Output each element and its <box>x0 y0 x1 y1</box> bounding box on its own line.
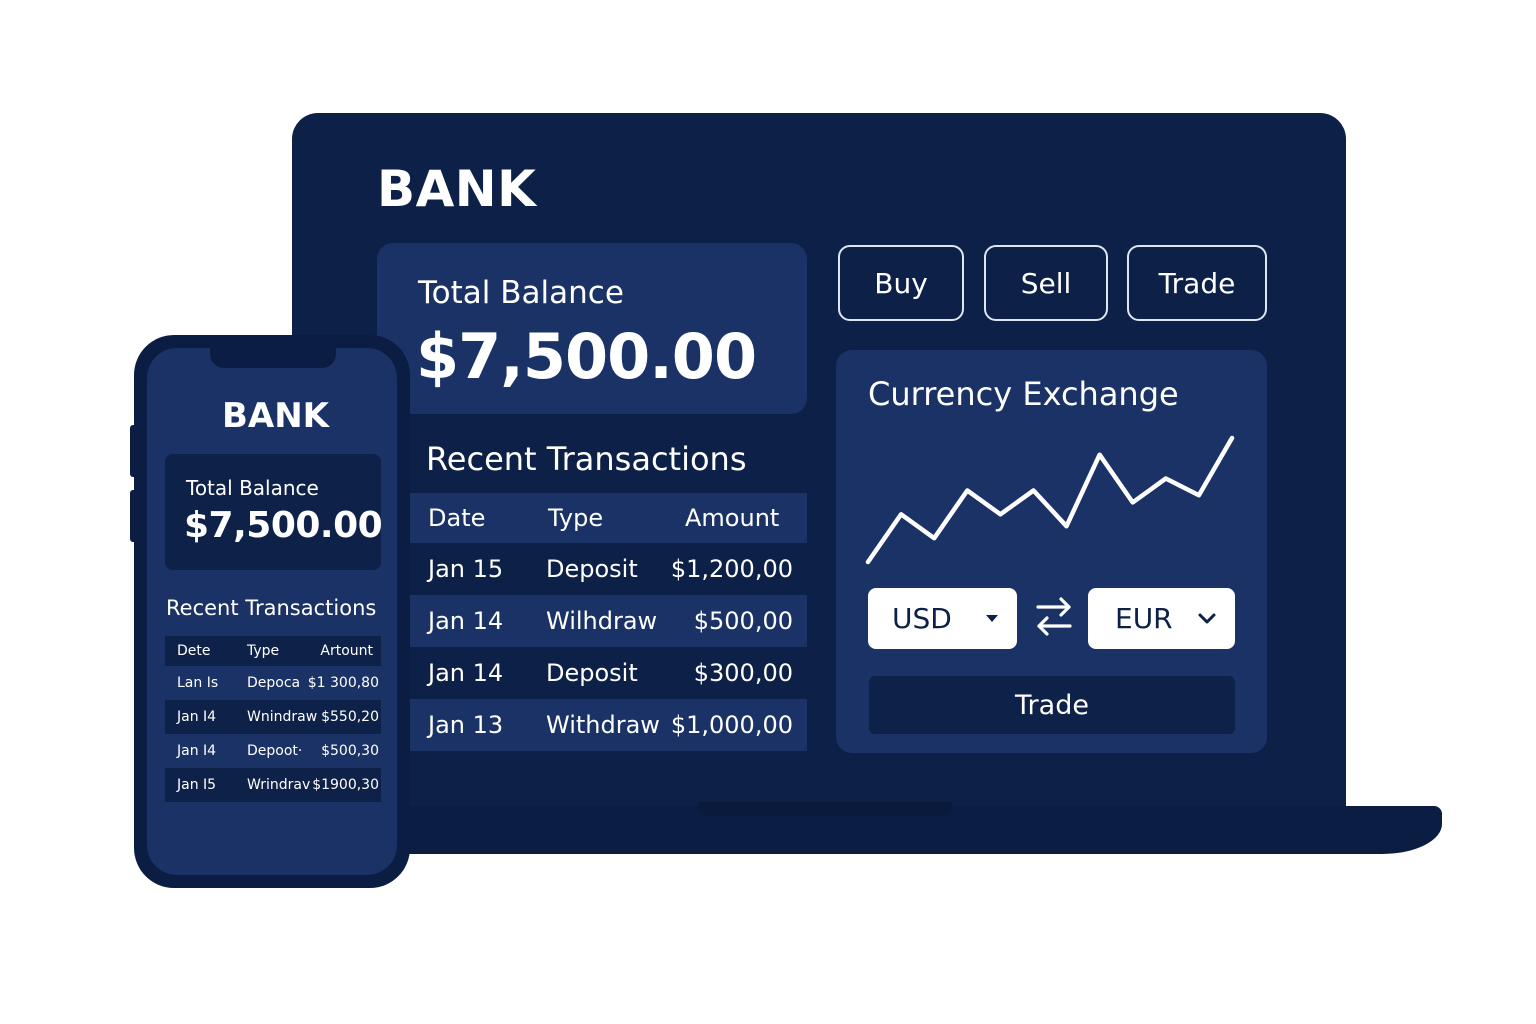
row-date: Jan 15 <box>428 555 504 583</box>
row-date: Jan I5 <box>177 777 217 793</box>
trade-button[interactable]: Trade <box>1127 245 1267 321</box>
phone-notch <box>210 348 336 368</box>
column-header-type: Type <box>548 504 604 532</box>
currency-exchange-heading: Currency Exchange <box>868 375 1179 413</box>
buy-button[interactable]: Buy <box>838 245 964 321</box>
row-amount: $500,00 <box>693 607 793 635</box>
balance-label: Total Balance <box>418 275 624 311</box>
row-amount: $550,20 <box>321 709 379 725</box>
row-date: Jan I4 <box>177 743 217 759</box>
row-date: Jan 13 <box>428 711 504 739</box>
transactions-table: Date Type Amount Jan 15 Deposit $1,200,0… <box>408 493 807 751</box>
column-header-date: Dete <box>177 643 211 659</box>
row-type: Deposit <box>546 659 638 687</box>
row-date: Jan 14 <box>428 607 504 635</box>
column-header-date: Date <box>428 504 486 532</box>
swap-arrows-icon[interactable] <box>1034 594 1074 638</box>
phone-transactions-heading: Recent Transactions <box>166 596 377 620</box>
row-date: Jan 14 <box>428 659 504 687</box>
row-amount: $300,00 <box>693 659 793 687</box>
table-row[interactable]: Jan 14 Deposit $300,00 <box>408 647 807 699</box>
phone-balance-label: Total Balance <box>186 476 319 500</box>
row-type: Deposit <box>546 555 638 583</box>
caret-down-icon <box>986 615 998 622</box>
phone-transactions-table: Dete Type Artount Lan Is Depoca $1 300,8… <box>165 636 381 802</box>
row-amount: $1 300,80 <box>307 675 379 691</box>
row-type: Withdraw <box>546 711 660 739</box>
to-currency-value: EUR <box>1115 602 1173 635</box>
phone-app-title: BANK <box>222 396 330 436</box>
column-header-type: Type <box>247 643 280 659</box>
row-amount: $500,30 <box>321 743 379 759</box>
sell-button[interactable]: Sell <box>984 245 1108 321</box>
chevron-down-icon <box>1198 613 1216 624</box>
row-type: Wrindrav <box>247 777 311 793</box>
phone-table-row[interactable]: Jan I4 Depoot· $500,30 <box>165 734 381 768</box>
laptop-notch <box>698 802 952 816</box>
table-row[interactable]: Jan 15 Deposit $1,200,00 <box>408 543 807 595</box>
column-header-amount: Artount <box>320 643 373 659</box>
row-date: Lan Is <box>177 675 219 691</box>
column-header-amount: Amount <box>685 504 780 532</box>
table-row[interactable]: Jan 14 Wilhdraw $500,00 <box>408 595 807 647</box>
exchange-rate-line <box>865 435 1235 565</box>
phone-table-row[interactable]: Jan I5 Wrindrav $1900,30 <box>165 768 381 802</box>
app-title: BANK <box>377 160 537 218</box>
row-type: Wilhdraw <box>546 607 658 635</box>
row-type: Depoca <box>247 675 301 691</box>
phone-table-row[interactable]: Lan Is Depoca $1 300,80 <box>165 666 381 700</box>
trade-submit-button[interactable]: Trade <box>869 676 1235 734</box>
from-currency-select[interactable]: USD <box>868 588 1017 649</box>
row-type: Wnindraw <box>247 709 318 725</box>
phone-balance-value: $7,500.00 <box>184 505 383 546</box>
exchange-rate-chart <box>865 435 1235 565</box>
row-amount: $1900,30 <box>312 777 379 793</box>
phone-table-row[interactable]: Jan I4 Wnindraw $550,20 <box>165 700 381 734</box>
table-header: Date Type Amount <box>408 493 807 543</box>
row-amount: $1,000,00 <box>670 711 793 739</box>
from-currency-value: USD <box>892 602 952 635</box>
row-amount: $1,200,00 <box>670 555 793 583</box>
table-row[interactable]: Jan 13 Withdraw $1,000,00 <box>408 699 807 751</box>
row-type: Depoot· <box>247 743 303 759</box>
to-currency-select[interactable]: EUR <box>1088 588 1235 649</box>
balance-value: $7,500.00 <box>416 320 757 393</box>
phone-table-header: Dete Type Artount <box>165 636 381 666</box>
transactions-heading: Recent Transactions <box>426 440 747 478</box>
row-date: Jan I4 <box>177 709 217 725</box>
